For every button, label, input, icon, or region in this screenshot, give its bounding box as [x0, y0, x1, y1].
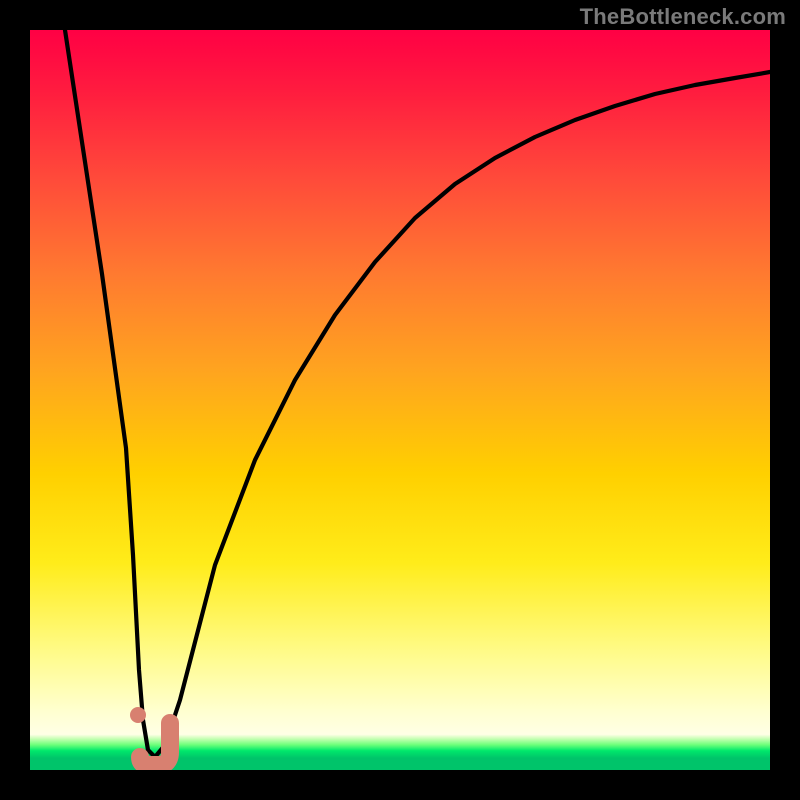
curve-path — [65, 30, 770, 757]
marker-dot-icon — [130, 707, 146, 723]
plot-area — [30, 30, 770, 770]
optimal-marker — [130, 707, 170, 765]
bottleneck-curve — [30, 30, 770, 770]
outer-frame: TheBottleneck.com — [0, 0, 800, 800]
watermark-text: TheBottleneck.com — [580, 4, 786, 30]
